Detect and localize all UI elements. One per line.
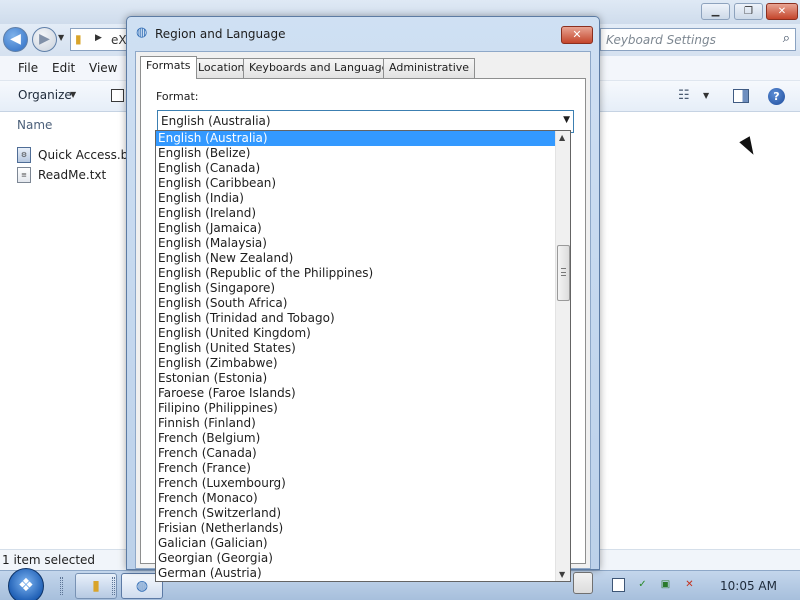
recent-pages-dropdown-icon[interactable]: ▼ [58,33,64,42]
dropdown-option[interactable]: English (Malaysia) [156,236,555,251]
dropdown-option[interactable]: French (Belgium) [156,431,555,446]
mouse-cursor-icon [739,136,759,158]
dropdown-option[interactable]: Finnish (Finland) [156,416,555,431]
dropdown-option[interactable]: French (Switzerland) [156,506,555,521]
chevron-down-icon[interactable]: ▼ [70,90,76,99]
start-button[interactable]: ❖ [8,568,44,600]
close-button[interactable]: ✕ [766,3,798,20]
dropdown-option[interactable]: English (India) [156,191,555,206]
address-text: eX [111,33,127,47]
action-center-icon[interactable]: ✓ [636,578,649,592]
system-clock[interactable]: 10:05 AM [720,579,777,593]
dropdown-option[interactable]: English (United States) [156,341,555,356]
file-name: Quick Access.bat [38,148,141,162]
address-bar[interactable]: ▮ ▶ eX [70,28,130,51]
dropdown-option[interactable]: English (Trinidad and Tobago) [156,311,555,326]
tab-location[interactable]: Location [192,58,251,78]
search-placeholder: Keyboard Settings [606,33,716,47]
tab-keyboards-and-languages[interactable]: Keyboards and Languages [243,58,401,78]
dropdown-option[interactable]: English (Ireland) [156,206,555,221]
folder-icon: ▮ [75,32,82,46]
dropdown-option[interactable]: Estonian (Estonia) [156,371,555,386]
dropdown-option[interactable]: Galician (Galician) [156,536,555,551]
scroll-up-arrow-icon[interactable]: ▲ [559,133,565,142]
open-with-icon[interactable] [111,89,124,102]
text-file-icon: ≡ [17,167,31,183]
views-dropdown-icon[interactable]: ▼ [703,91,709,100]
dropdown-option[interactable]: English (South Africa) [156,296,555,311]
scrollbar-thumb[interactable] [557,245,570,301]
back-button[interactable]: ◀ [3,27,28,52]
dropdown-option[interactable]: English (New Zealand) [156,251,555,266]
scrollbar-grip-icon [561,268,566,276]
globe-icon: ◍ [136,25,148,40]
views-icon[interactable]: ☷ [678,88,690,103]
dropdown-option[interactable]: English (Australia) [156,131,555,146]
format-dropdown-value: English (Australia) [161,114,271,128]
status-text: 1 item selected [2,553,96,567]
file-name: ReadMe.txt [38,168,107,182]
tab-administrative[interactable]: Administrative [383,58,476,78]
dialog-title: Region and Language [155,27,286,41]
dropdown-option[interactable]: Faroese (Faroe Islands) [156,386,555,401]
minimize-button[interactable]: ▁ [701,3,730,20]
dropdown-option[interactable]: French (Luxembourg) [156,476,555,491]
forward-button[interactable]: ▶ [32,27,57,52]
column-header-name[interactable]: Name [17,118,52,132]
search-icon[interactable]: ⌕ [783,31,790,46]
scroll-down-arrow-icon[interactable]: ▼ [559,570,565,579]
help-icon[interactable]: ? [768,88,785,105]
dropdown-option[interactable]: English (Zimbabwe) [156,356,555,371]
dropdown-option[interactable]: English (Belize) [156,146,555,161]
volume-muted-icon[interactable]: ✕ [683,578,696,592]
format-dropdown-list[interactable]: English (Australia) English (Belize) Engli… [155,130,571,582]
chevron-down-icon[interactable]: ▼ [563,115,570,125]
dropdown-items: English (Australia) English (Belize) Engli… [156,131,555,581]
dropdown-option[interactable]: English (Singapore) [156,281,555,296]
dropdown-option[interactable]: French (France) [156,461,555,476]
dropdown-scrollbar[interactable]: ▲ ▼ [555,131,570,581]
dropdown-option[interactable]: Georgian (Georgia) [156,551,555,566]
preview-pane-icon[interactable] [733,89,749,103]
dropdown-option[interactable]: Filipino (Philippines) [156,401,555,416]
menu-file[interactable]: File [18,61,38,75]
taskbar-grip[interactable] [112,577,115,595]
dropdown-option[interactable]: English (Caribbean) [156,176,555,191]
taskbar-explorer-button[interactable]: ▮ [75,573,117,599]
menu-view[interactable]: View [89,61,117,75]
dropdown-option[interactable]: English (Jamaica) [156,221,555,236]
search-input[interactable]: Keyboard Settings ⌕ [600,28,796,51]
dropdown-option[interactable]: French (Canada) [156,446,555,461]
tab-formats[interactable]: Formats [140,56,197,79]
maximize-button[interactable]: ❐ [734,3,763,20]
taskbar-grip[interactable] [60,577,63,595]
dropdown-option[interactable]: German (Austria) [156,566,555,581]
batch-file-icon: ⚙ [17,147,31,163]
organize-button[interactable]: Organize [18,88,72,102]
format-label: Format: [156,90,199,103]
dropdown-option[interactable]: English (Republic of the Philippines) [156,266,555,281]
notification-document-icon[interactable] [612,578,625,592]
dropdown-option[interactable]: English (Canada) [156,161,555,176]
close-button[interactable]: ✕ [561,26,593,44]
network-icon[interactable]: ▣ [659,578,672,592]
dropdown-option[interactable]: English (United Kingdom) [156,326,555,341]
breadcrumb-arrow-icon[interactable]: ▶ [95,33,102,43]
dropdown-option[interactable]: Frisian (Netherlands) [156,521,555,536]
partially-hidden-button[interactable] [573,572,593,594]
dropdown-option[interactable]: French (Monaco) [156,491,555,506]
menu-edit[interactable]: Edit [52,61,75,75]
